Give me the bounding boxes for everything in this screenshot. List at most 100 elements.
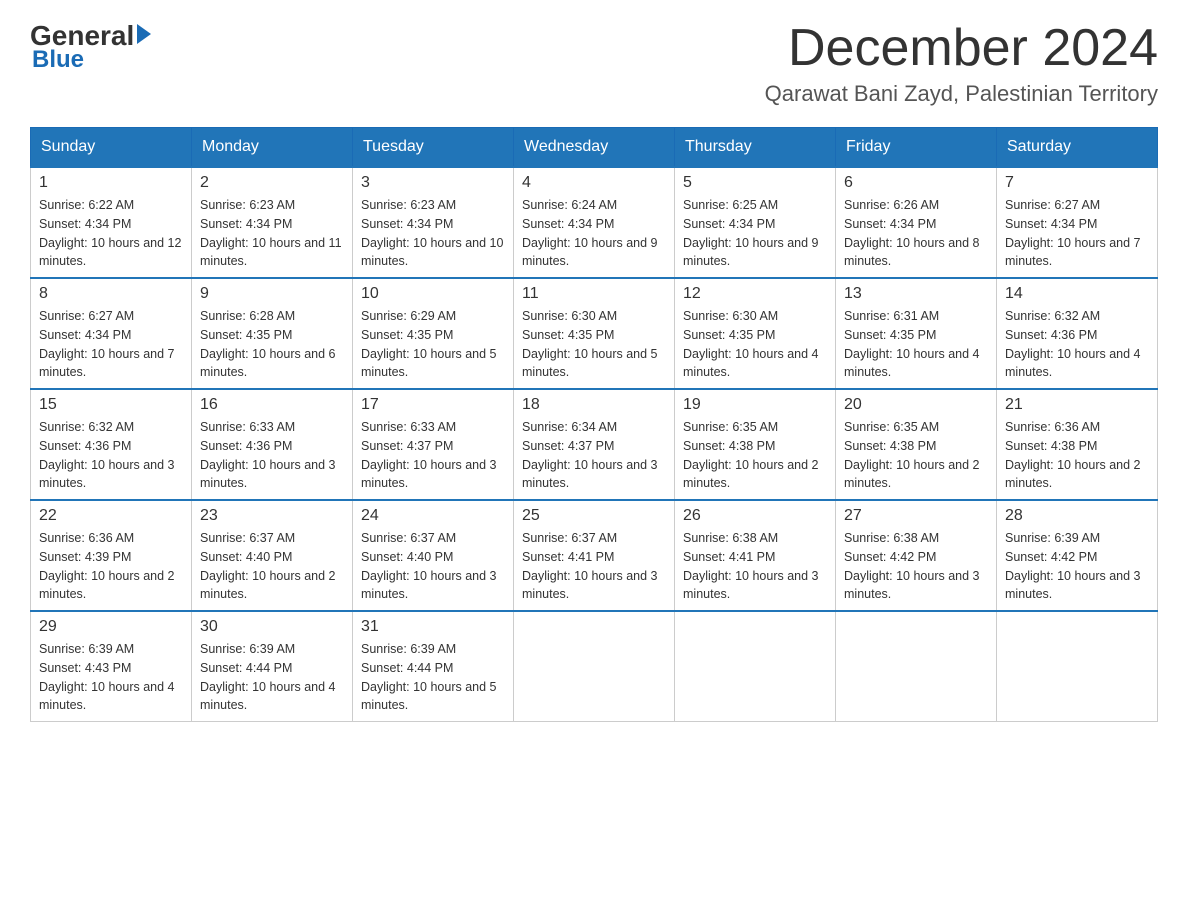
calendar-day-cell: 15 Sunrise: 6:32 AMSunset: 4:36 PMDayligh… (31, 389, 192, 500)
day-number: 23 (200, 507, 344, 525)
day-info: Sunrise: 6:28 AMSunset: 4:35 PMDaylight:… (200, 307, 344, 382)
day-number: 3 (361, 174, 505, 192)
calendar-day-cell: 27Sunrise: 6:38 AMSunset: 4:42 PMDayligh… (836, 500, 997, 611)
calendar-day-cell: 3 Sunrise: 6:23 AMSunset: 4:34 PMDaylight… (353, 167, 514, 278)
calendar-day-cell (997, 611, 1158, 722)
calendar-day-cell: 19Sunrise: 6:35 AMSunset: 4:38 PMDayligh… (675, 389, 836, 500)
day-number: 29 (39, 618, 183, 636)
day-info: Sunrise: 6:33 AMSunset: 4:37 PMDaylight:… (361, 418, 505, 493)
calendar-day-cell: 9Sunrise: 6:28 AMSunset: 4:35 PMDaylight… (192, 278, 353, 389)
day-number: 11 (522, 285, 666, 303)
calendar-day-cell: 23 Sunrise: 6:37 AMSunset: 4:40 PMDayligh… (192, 500, 353, 611)
day-number: 2 (200, 174, 344, 192)
day-info: Sunrise: 6:32 AMSunset: 4:36 PMDaylight:… (39, 418, 183, 493)
day-info: Sunrise: 6:27 AMSunset: 4:34 PMDaylight:… (39, 307, 183, 382)
calendar-week-row: 22 Sunrise: 6:36 AMSunset: 4:39 PMDayligh… (31, 500, 1158, 611)
day-number: 27 (844, 507, 988, 525)
calendar-day-header: Tuesday (353, 128, 514, 168)
calendar-day-cell: 20 Sunrise: 6:35 AMSunset: 4:38 PMDayligh… (836, 389, 997, 500)
calendar-day-cell: 24 Sunrise: 6:37 AMSunset: 4:40 PMDayligh… (353, 500, 514, 611)
day-info: Sunrise: 6:33 AMSunset: 4:36 PMDaylight:… (200, 418, 344, 493)
calendar-day-cell: 18Sunrise: 6:34 AMSunset: 4:37 PMDayligh… (514, 389, 675, 500)
day-info: Sunrise: 6:36 AMSunset: 4:39 PMDaylight:… (39, 529, 183, 604)
calendar-day-cell: 29 Sunrise: 6:39 AMSunset: 4:43 PMDayligh… (31, 611, 192, 722)
day-number: 7 (1005, 174, 1149, 192)
day-number: 14 (1005, 285, 1149, 303)
day-info: Sunrise: 6:35 AMSunset: 4:38 PMDaylight:… (683, 418, 827, 493)
day-info: Sunrise: 6:37 AMSunset: 4:40 PMDaylight:… (361, 529, 505, 604)
calendar-day-cell: 6 Sunrise: 6:26 AMSunset: 4:34 PMDaylight… (836, 167, 997, 278)
calendar-day-cell (675, 611, 836, 722)
day-info: Sunrise: 6:37 AMSunset: 4:40 PMDaylight:… (200, 529, 344, 604)
location-title: Qarawat Bani Zayd, Palestinian Territory (765, 81, 1158, 107)
calendar-day-header: Sunday (31, 128, 192, 168)
calendar-day-cell: 7Sunrise: 6:27 AMSunset: 4:34 PMDaylight… (997, 167, 1158, 278)
calendar-day-cell: 17 Sunrise: 6:33 AMSunset: 4:37 PMDayligh… (353, 389, 514, 500)
day-info: Sunrise: 6:39 AMSunset: 4:43 PMDaylight:… (39, 640, 183, 715)
day-info: Sunrise: 6:34 AMSunset: 4:37 PMDaylight:… (522, 418, 666, 493)
day-number: 13 (844, 285, 988, 303)
day-info: Sunrise: 6:32 AMSunset: 4:36 PMDaylight:… (1005, 307, 1149, 382)
day-info: Sunrise: 6:24 AMSunset: 4:34 PMDaylight:… (522, 196, 666, 271)
day-info: Sunrise: 6:26 AMSunset: 4:34 PMDaylight:… (844, 196, 988, 271)
title-area: December 2024 Qarawat Bani Zayd, Palesti… (765, 20, 1158, 107)
calendar-day-cell: 16 Sunrise: 6:33 AMSunset: 4:36 PMDayligh… (192, 389, 353, 500)
calendar-day-cell (514, 611, 675, 722)
day-number: 21 (1005, 396, 1149, 414)
calendar-day-cell: 12 Sunrise: 6:30 AMSunset: 4:35 PMDayligh… (675, 278, 836, 389)
day-info: Sunrise: 6:30 AMSunset: 4:35 PMDaylight:… (683, 307, 827, 382)
calendar-day-cell: 10 Sunrise: 6:29 AMSunset: 4:35 PMDayligh… (353, 278, 514, 389)
day-number: 12 (683, 285, 827, 303)
calendar-day-cell: 5 Sunrise: 6:25 AMSunset: 4:34 PMDaylight… (675, 167, 836, 278)
day-info: Sunrise: 6:39 AMSunset: 4:44 PMDaylight:… (361, 640, 505, 715)
calendar-day-cell: 14 Sunrise: 6:32 AMSunset: 4:36 PMDayligh… (997, 278, 1158, 389)
page-header: General Blue December 2024 Qarawat Bani … (30, 20, 1158, 107)
day-info: Sunrise: 6:35 AMSunset: 4:38 PMDaylight:… (844, 418, 988, 493)
day-info: Sunrise: 6:38 AMSunset: 4:41 PMDaylight:… (683, 529, 827, 604)
day-number: 28 (1005, 507, 1149, 525)
day-number: 1 (39, 174, 183, 192)
day-info: Sunrise: 6:22 AMSunset: 4:34 PMDaylight:… (39, 196, 183, 271)
day-info: Sunrise: 6:30 AMSunset: 4:35 PMDaylight:… (522, 307, 666, 382)
calendar-header-row: SundayMondayTuesdayWednesdayThursdayFrid… (31, 128, 1158, 168)
logo-blue-text: Blue (32, 46, 84, 74)
calendar-day-header: Friday (836, 128, 997, 168)
day-number: 4 (522, 174, 666, 192)
calendar-day-cell: 28 Sunrise: 6:39 AMSunset: 4:42 PMDayligh… (997, 500, 1158, 611)
day-info: Sunrise: 6:39 AMSunset: 4:42 PMDaylight:… (1005, 529, 1149, 604)
day-number: 6 (844, 174, 988, 192)
day-number: 20 (844, 396, 988, 414)
calendar-day-cell: 2Sunrise: 6:23 AMSunset: 4:34 PMDaylight… (192, 167, 353, 278)
day-info: Sunrise: 6:37 AMSunset: 4:41 PMDaylight:… (522, 529, 666, 604)
calendar-day-header: Monday (192, 128, 353, 168)
day-info: Sunrise: 6:23 AMSunset: 4:34 PMDaylight:… (361, 196, 505, 271)
calendar-week-row: 1 Sunrise: 6:22 AMSunset: 4:34 PMDaylight… (31, 167, 1158, 278)
calendar-day-cell: 13 Sunrise: 6:31 AMSunset: 4:35 PMDayligh… (836, 278, 997, 389)
day-info: Sunrise: 6:39 AMSunset: 4:44 PMDaylight:… (200, 640, 344, 715)
calendar-day-cell: 30Sunrise: 6:39 AMSunset: 4:44 PMDayligh… (192, 611, 353, 722)
month-title: December 2024 (765, 20, 1158, 77)
day-info: Sunrise: 6:36 AMSunset: 4:38 PMDaylight:… (1005, 418, 1149, 493)
day-info: Sunrise: 6:25 AMSunset: 4:34 PMDaylight:… (683, 196, 827, 271)
calendar-day-cell (836, 611, 997, 722)
calendar-week-row: 15 Sunrise: 6:32 AMSunset: 4:36 PMDayligh… (31, 389, 1158, 500)
day-number: 22 (39, 507, 183, 525)
day-info: Sunrise: 6:31 AMSunset: 4:35 PMDaylight:… (844, 307, 988, 382)
day-number: 16 (200, 396, 344, 414)
calendar-day-header: Thursday (675, 128, 836, 168)
calendar-week-row: 29 Sunrise: 6:39 AMSunset: 4:43 PMDayligh… (31, 611, 1158, 722)
day-number: 8 (39, 285, 183, 303)
logo-triangle-icon (137, 24, 151, 44)
calendar-day-cell: 22 Sunrise: 6:36 AMSunset: 4:39 PMDayligh… (31, 500, 192, 611)
calendar-day-cell: 1 Sunrise: 6:22 AMSunset: 4:34 PMDaylight… (31, 167, 192, 278)
day-number: 31 (361, 618, 505, 636)
calendar-day-cell: 11 Sunrise: 6:30 AMSunset: 4:35 PMDayligh… (514, 278, 675, 389)
day-number: 5 (683, 174, 827, 192)
day-number: 24 (361, 507, 505, 525)
day-number: 10 (361, 285, 505, 303)
day-info: Sunrise: 6:29 AMSunset: 4:35 PMDaylight:… (361, 307, 505, 382)
day-number: 15 (39, 396, 183, 414)
calendar-day-cell: 31 Sunrise: 6:39 AMSunset: 4:44 PMDayligh… (353, 611, 514, 722)
day-number: 17 (361, 396, 505, 414)
calendar-day-header: Wednesday (514, 128, 675, 168)
